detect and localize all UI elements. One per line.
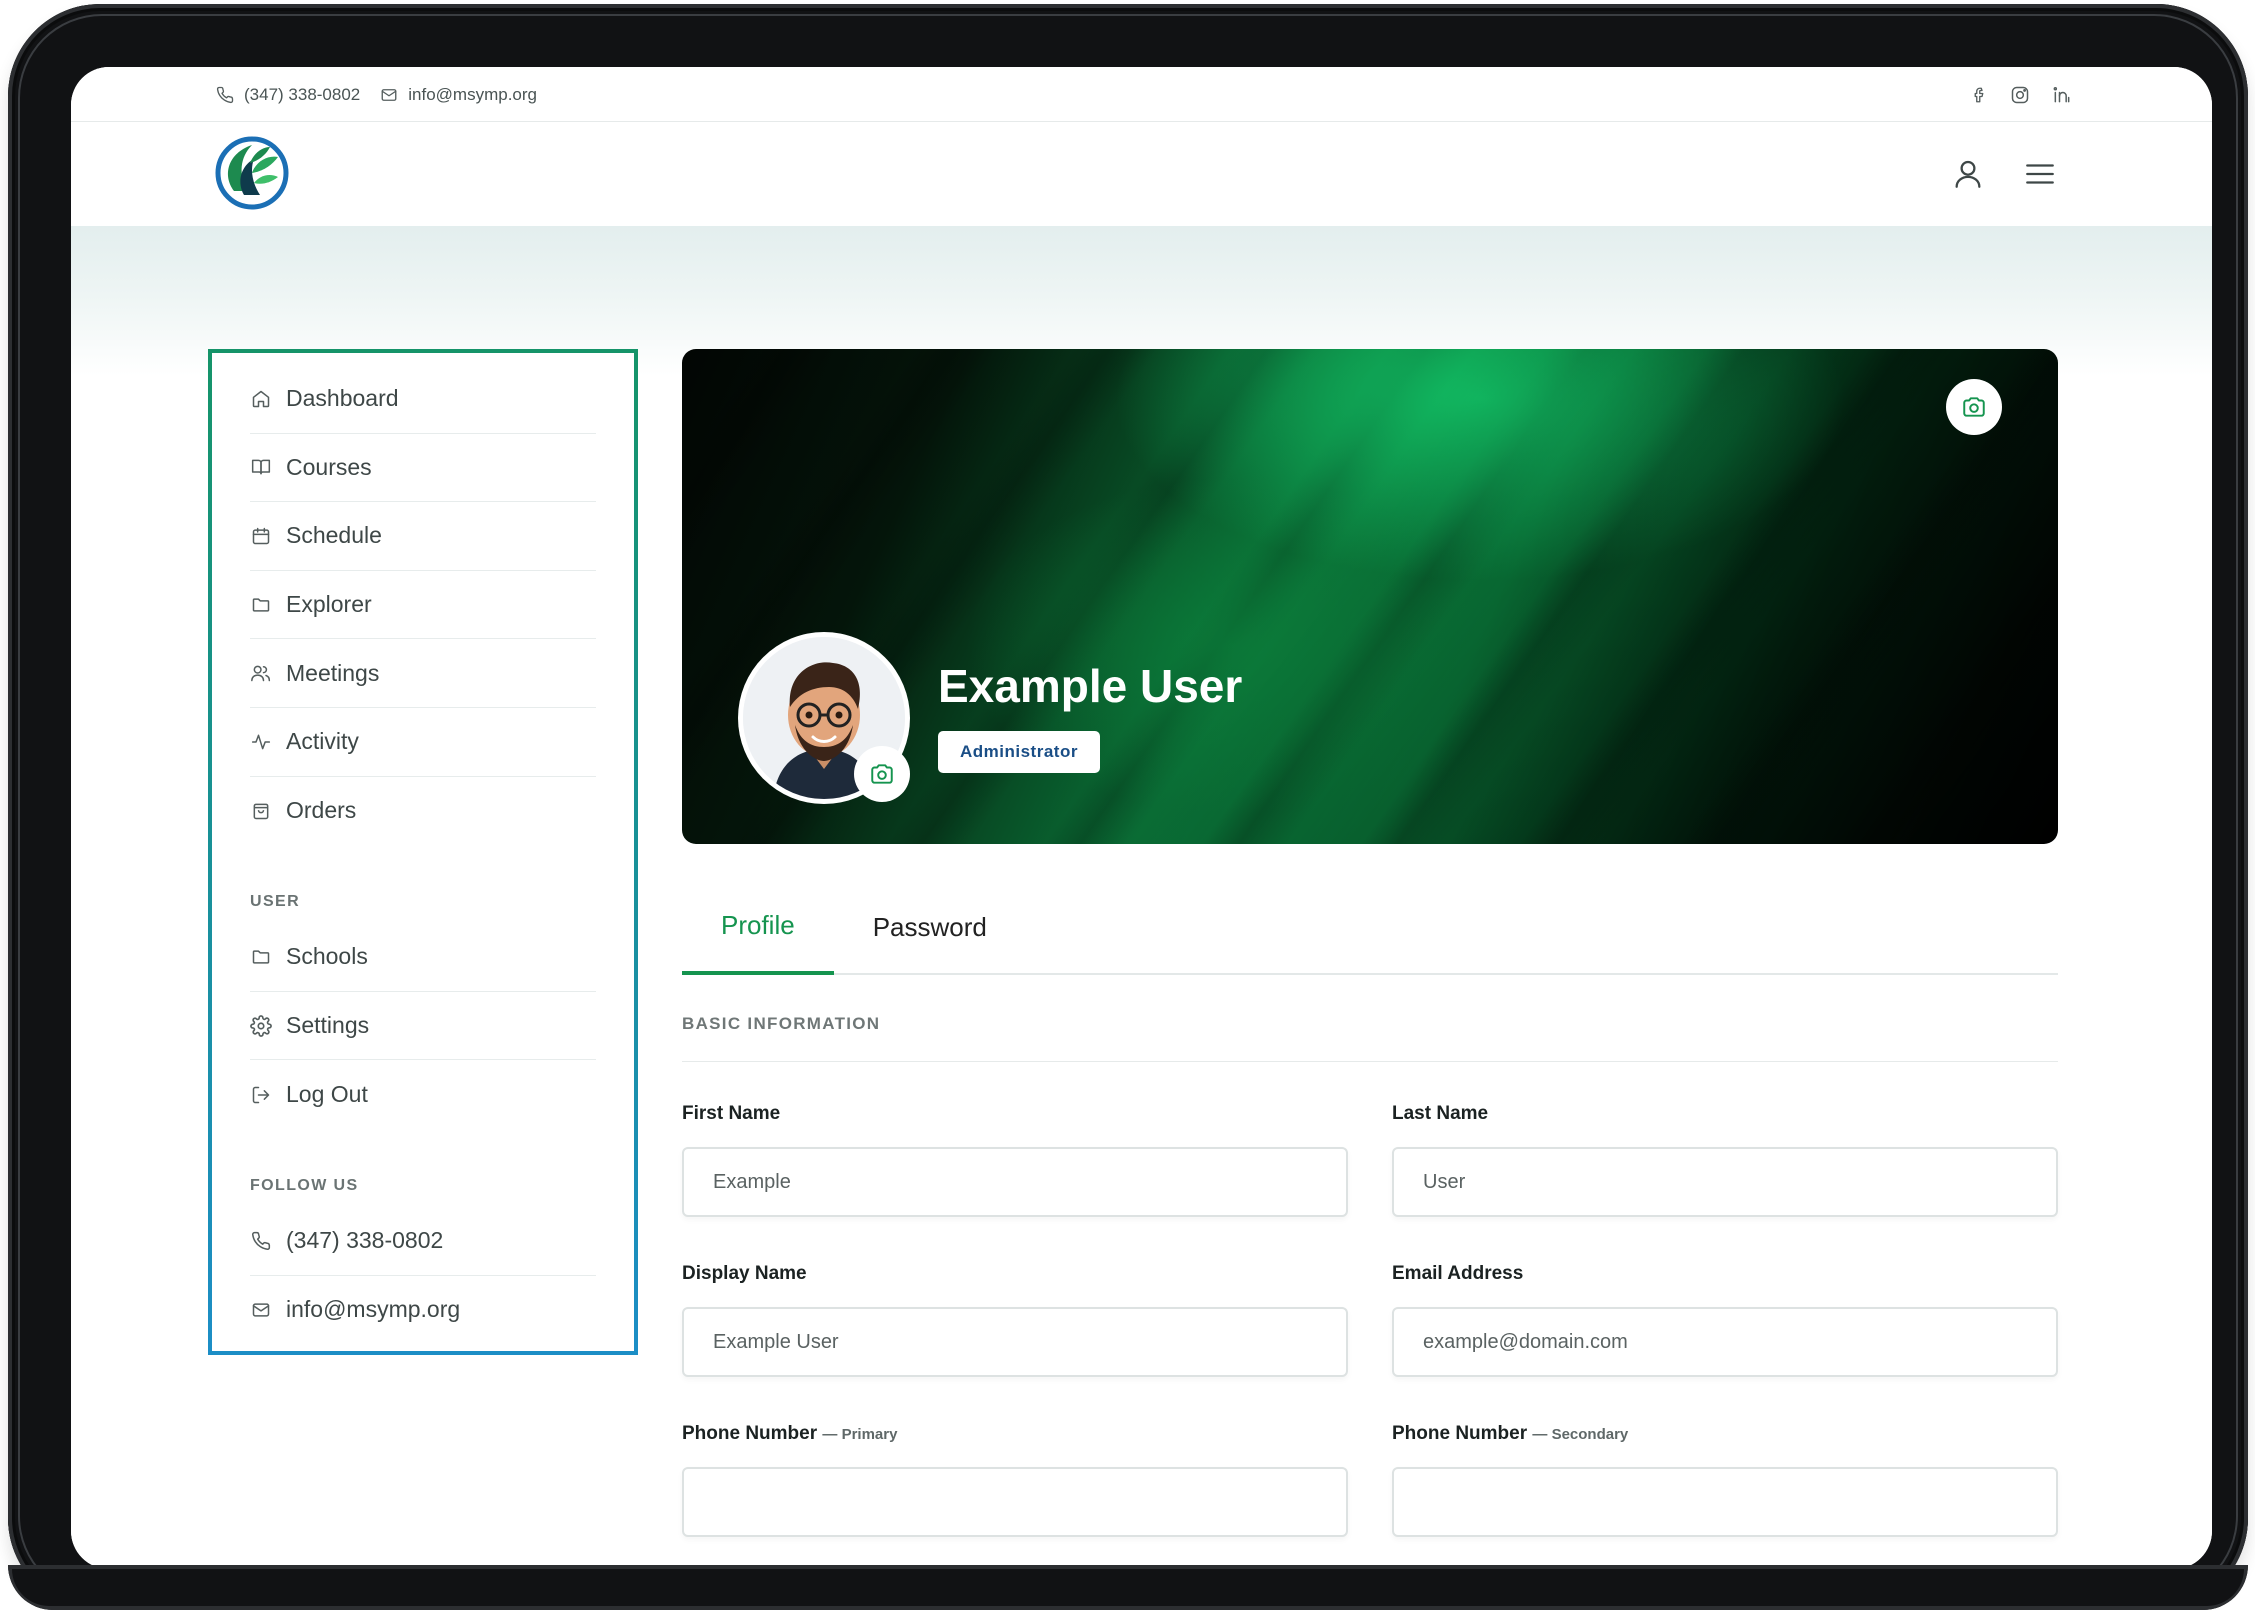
sidebar-item-dashboard[interactable]: Dashboard (250, 365, 596, 434)
sidebar-item-label: Dashboard (286, 385, 399, 412)
sidebar-item-explorer[interactable]: Explorer (250, 571, 596, 640)
sidebar-item-label: Activity (286, 728, 359, 755)
phone-secondary-field[interactable] (1392, 1467, 2058, 1537)
header-actions (1951, 122, 2057, 226)
profile-tabs: Profile Password (682, 880, 2058, 975)
first-name-group: First Name (682, 1103, 1348, 1217)
last-name-label: Last Name (1392, 1103, 1489, 1124)
instagram-icon[interactable] (2010, 85, 2030, 105)
phone-icon (216, 86, 234, 104)
phone-secondary-group: Phone Number — Secondary (1392, 1423, 2058, 1537)
last-name-field[interactable] (1392, 1147, 2058, 1217)
account-sidebar: Dashboard Courses Schedule Explorer Meet… (208, 349, 638, 1355)
sidebar-item-label: (347) 338-0802 (286, 1227, 444, 1254)
last-name-group: Last Name (1392, 1103, 2058, 1217)
topbar-phone-text: (347) 338-0802 (244, 84, 361, 104)
camera-icon (1961, 394, 1987, 420)
sidebar-section-user: USER (250, 893, 301, 911)
sidebar-section-follow: FOLLOW US (250, 1176, 359, 1194)
display-name-group: Display Name (682, 1263, 1348, 1377)
sidebar-item-label: Courses (286, 453, 372, 480)
home-icon (250, 389, 272, 409)
site-header (71, 122, 2212, 226)
sidebar-item-schedule[interactable]: Schedule (250, 502, 596, 571)
first-name-field[interactable] (682, 1147, 1348, 1217)
sidebar-item-activity[interactable]: Activity (250, 708, 596, 777)
camera-icon (869, 761, 895, 787)
phone-secondary-sublabel: — Secondary (1532, 1426, 1629, 1443)
sidebar-item-label: Schools (286, 943, 368, 970)
phone-primary-field[interactable] (682, 1467, 1348, 1537)
sidebar-item-label: Orders (286, 797, 357, 824)
site-logo[interactable] (214, 135, 290, 211)
role-badge: Administrator (938, 731, 1100, 773)
hamburger-menu-icon[interactable] (2023, 157, 2057, 191)
phone-secondary-label-text: Phone Number (1392, 1423, 1528, 1444)
topbar-contact: (347) 338-0802 info@msymp.org (216, 67, 537, 122)
display-name-field[interactable] (682, 1307, 1348, 1377)
user-icon[interactable] (1951, 157, 1985, 191)
phone-primary-group: Phone Number — Primary (682, 1423, 1348, 1537)
activity-icon (250, 732, 272, 752)
phone-primary-label-text: Phone Number (682, 1423, 818, 1444)
logout-icon (250, 1085, 272, 1105)
avatar-container (738, 632, 910, 804)
first-name-label: First Name (682, 1103, 781, 1124)
topbar-email-text: info@msymp.org (408, 84, 538, 104)
gear-icon (250, 1014, 272, 1037)
email-group: Email Address (1392, 1263, 2058, 1377)
phone-primary-label: Phone Number — Primary (682, 1423, 1348, 1451)
sidebar-item-label: Schedule (286, 522, 382, 549)
sidebar-item-label: Settings (286, 1012, 370, 1039)
topbar-email[interactable]: info@msymp.org (380, 85, 537, 105)
sidebar-item-label: Explorer (286, 591, 372, 618)
page-bottom-margin (0, 1610, 2255, 1620)
basic-information-heading: BASIC INFORMATION (682, 1014, 2058, 1062)
tablet-bottom-bezel (8, 1565, 2248, 1610)
email-field[interactable] (1392, 1307, 2058, 1377)
sidebar-item-logout[interactable]: Log Out (250, 1060, 596, 1129)
phone-secondary-label: Phone Number — Secondary (1392, 1423, 2058, 1451)
topbar-phone[interactable]: (347) 338-0802 (216, 85, 360, 105)
book-icon (250, 457, 272, 477)
users-icon (250, 663, 272, 683)
profile-name: Example User (938, 660, 1243, 712)
change-avatar-button[interactable] (854, 746, 910, 802)
phone-primary-sublabel: — Primary (822, 1426, 898, 1443)
sidebar-item-courses[interactable]: Courses (250, 434, 596, 503)
sidebar-item-label: Meetings (286, 659, 380, 686)
change-cover-button[interactable] (1946, 379, 2002, 435)
sidebar-item-schools[interactable]: Schools (250, 923, 596, 992)
social-links (1970, 67, 2072, 122)
facebook-icon[interactable] (1970, 86, 1988, 104)
tab-profile[interactable]: Profile (682, 880, 834, 975)
sidebar-item-label: Log Out (286, 1081, 368, 1108)
mail-icon (380, 86, 398, 104)
sidebar-item-label: info@msymp.org (286, 1296, 461, 1323)
sidebar-item-meetings[interactable]: Meetings (250, 639, 596, 708)
sidebar-item-settings[interactable]: Settings (250, 992, 596, 1061)
sidebar-item-email[interactable]: info@msymp.org (250, 1276, 596, 1345)
mail-icon (250, 1300, 272, 1320)
shopping-bag-icon (250, 801, 272, 821)
display-name-label: Display Name (682, 1263, 807, 1284)
folder-icon (250, 947, 272, 967)
folder-icon (250, 595, 272, 615)
tab-password[interactable]: Password (834, 880, 1026, 975)
email-label: Email Address (1392, 1263, 1524, 1284)
calendar-icon (250, 526, 272, 546)
linkedin-icon[interactable] (2052, 85, 2072, 105)
phone-icon (250, 1231, 272, 1251)
sidebar-item-phone[interactable]: (347) 338-0802 (250, 1207, 596, 1276)
sidebar-item-orders[interactable]: Orders (250, 777, 596, 846)
top-contact-bar: (347) 338-0802 info@msymp.org (71, 67, 2212, 122)
profile-cover-banner: Example User Administrator (682, 349, 2058, 844)
